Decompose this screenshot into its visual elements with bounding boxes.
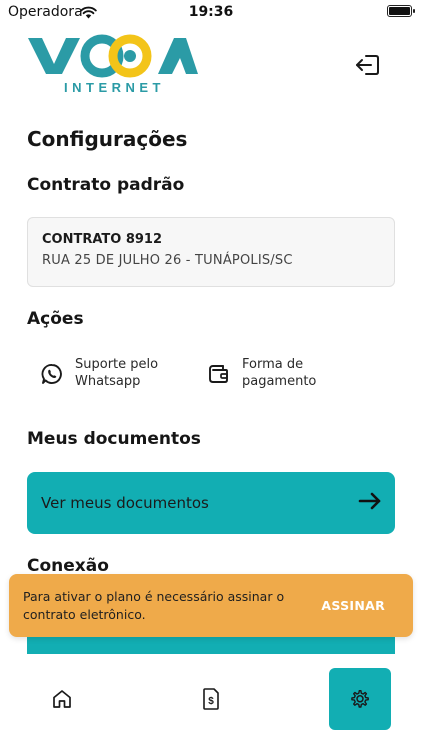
status-bar: Operadora 19:36 bbox=[0, 0, 422, 26]
bottom-tab-bar: $ bbox=[0, 668, 422, 734]
svg-text:$: $ bbox=[208, 696, 214, 707]
contract-card[interactable]: CONTRATO 8912 RUA 25 DE JULHO 26 - TUNÁP… bbox=[27, 217, 395, 287]
brand-logo: INTERNET bbox=[26, 34, 201, 96]
contract-section-title: Contrato padrão bbox=[27, 175, 185, 195]
connection-card[interactable] bbox=[27, 636, 395, 654]
connection-section-title: Conexão bbox=[27, 556, 109, 576]
documents-section-title: Meus documentos bbox=[27, 429, 201, 449]
contract-name: CONTRATO 8912 bbox=[42, 232, 163, 247]
invoice-icon: $ bbox=[203, 688, 219, 710]
payment-method-action[interactable]: Forma de pagamento bbox=[207, 356, 316, 390]
arrow-right-icon bbox=[358, 491, 382, 515]
contract-toast: Para ativar o plano é necessário assinar… bbox=[9, 574, 413, 637]
battery-icon bbox=[387, 5, 415, 17]
logo-subtitle: INTERNET bbox=[64, 80, 165, 95]
actions-section-title: Ações bbox=[27, 309, 84, 329]
status-time: 19:36 bbox=[188, 4, 234, 20]
home-icon bbox=[53, 690, 71, 708]
battery-fill bbox=[389, 7, 410, 15]
toast-message: Para ativar o plano é necessário assinar… bbox=[23, 588, 285, 622]
view-documents-label: Ver meus documentos bbox=[41, 494, 209, 512]
payment-method-label: Forma de pagamento bbox=[242, 357, 317, 389]
tab-home[interactable] bbox=[31, 668, 93, 730]
whatsapp-icon bbox=[40, 362, 64, 386]
logout-icon bbox=[356, 55, 379, 75]
page-title: Configurações bbox=[27, 127, 188, 151]
whatsapp-support-label: Suporte pelo Whatsapp bbox=[75, 357, 159, 389]
gear-icon bbox=[351, 690, 369, 708]
logout-button[interactable] bbox=[354, 52, 382, 78]
whatsapp-support-action[interactable]: Suporte pelo Whatsapp bbox=[40, 356, 158, 390]
contract-address: RUA 25 DE JULHO 26 - TUNÁPOLIS/SC bbox=[42, 253, 293, 268]
tab-settings[interactable] bbox=[329, 668, 391, 730]
wallet-icon bbox=[207, 362, 231, 386]
tab-invoices[interactable]: $ bbox=[180, 668, 242, 730]
sign-contract-button[interactable]: ASSINAR bbox=[321, 598, 385, 613]
view-documents-button[interactable]: Ver meus documentos bbox=[27, 472, 395, 534]
